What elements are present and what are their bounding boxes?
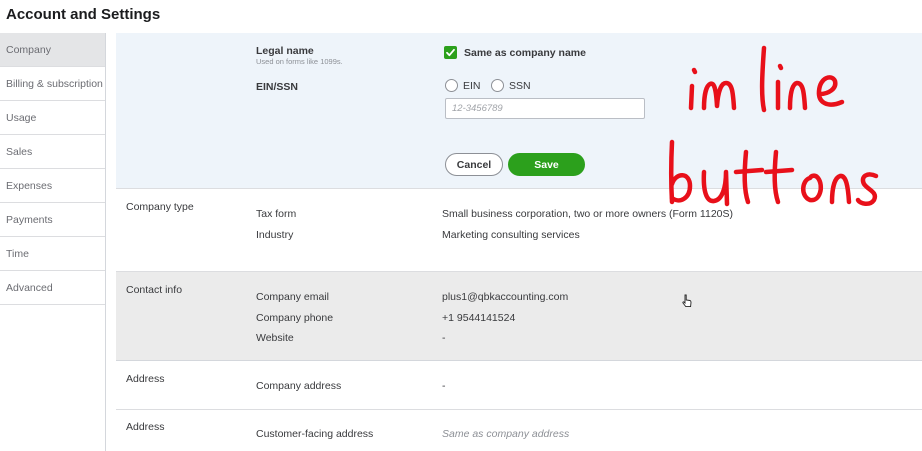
industry-value: Marketing consulting services [442,229,580,241]
settings-sidebar: Company Billing & subscription Usage Sal… [0,33,106,451]
ssn-radio[interactable] [491,79,504,92]
sidebar-item-usage[interactable]: Usage [0,101,105,135]
page-title: Account and Settings [6,6,161,23]
company-phone-label: Company phone [256,312,334,324]
company-email-value: plus1@qbkaccounting.com [442,291,569,303]
sidebar-item-billing[interactable]: Billing & subscription [0,67,105,101]
legal-name-section: Legal name Used on forms like 1099s. Sam… [116,33,922,189]
customer-address-section[interactable]: Address Customer-facing address Same as … [116,410,922,451]
checkmark-icon [446,48,455,57]
ein-radio[interactable] [445,79,458,92]
same-as-company-label[interactable]: Same as company name [464,47,586,59]
same-as-company-checkbox[interactable] [444,46,457,59]
legal-name-label: Legal name [256,45,314,57]
cancel-button[interactable]: Cancel [445,153,503,176]
company-type-heading: Company type [126,201,194,213]
sidebar-item-company[interactable]: Company [0,33,105,67]
legal-name-hint: Used on forms like 1099s. [256,57,343,66]
ein-radio-label[interactable]: EIN [463,80,481,92]
mouse-cursor-icon [682,294,692,308]
tax-form-label: Tax form [256,208,297,220]
company-phone-value: +1 9544141524 [442,312,516,324]
company-address-value: - [442,380,446,392]
save-button[interactable]: Save [508,153,585,176]
address-heading: Address [126,373,165,385]
sidebar-item-sales[interactable]: Sales [0,135,105,169]
sidebar-item-payments[interactable]: Payments [0,203,105,237]
customer-address-heading: Address [126,421,165,433]
website-label: Website [256,332,294,344]
contact-info-section[interactable]: Contact info Company email plus1@qbkacco… [116,272,922,361]
company-email-label: Company email [256,291,329,303]
ssn-radio-label[interactable]: SSN [509,80,531,92]
sidebar-item-time[interactable]: Time [0,237,105,271]
tax-form-value: Small business corporation, two or more … [442,208,734,220]
customer-facing-value: Same as company address [442,428,570,440]
company-type-section[interactable]: Company type Tax form Small business cor… [116,189,922,272]
contact-info-heading: Contact info [126,284,183,296]
sidebar-item-expenses[interactable]: Expenses [0,169,105,203]
ein-ssn-label: EIN/SSN [256,81,299,93]
website-value: - [442,332,446,344]
industry-label: Industry [256,229,294,241]
customer-facing-label: Customer-facing address [256,428,374,440]
address-section[interactable]: Address Company address - [116,361,922,410]
sidebar-item-advanced[interactable]: Advanced [0,271,105,305]
ein-input[interactable] [445,98,645,119]
company-address-label: Company address [256,380,342,392]
